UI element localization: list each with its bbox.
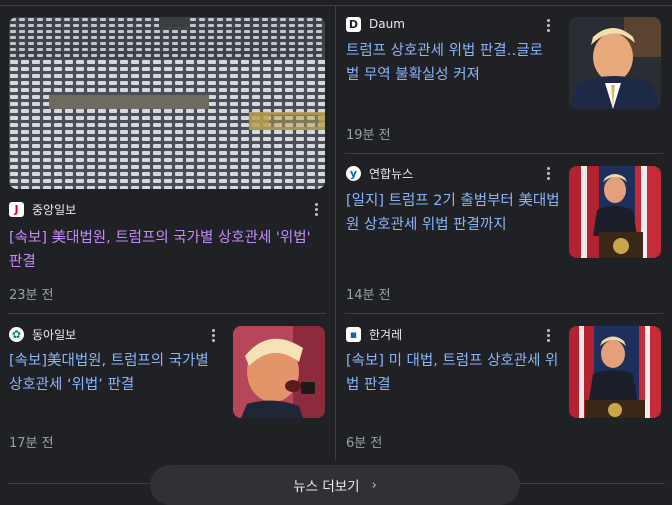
- portrait-photo: [569, 17, 661, 109]
- article-title[interactable]: [속보] 美대법원, 트럼프의 국가별 상호관세 '위법' 판결: [9, 226, 321, 274]
- news-card-yonhap[interactable]: y 연합뉴스 [일지] 트럼프 2기 출범부터 美대법원 상호관세 위법 판결까…: [336, 154, 672, 313]
- source-name: 중앙일보: [32, 202, 77, 217]
- daum-logo-icon: D: [346, 16, 361, 32]
- article-thumbnail[interactable]: [569, 17, 661, 109]
- news-card-hani[interactable]: ▪ 한겨레 [속보] 미 대법, 트럼프 상호관세 위법 판결 6분 전: [336, 314, 672, 464]
- article-time: 6분 전: [346, 436, 383, 451]
- hani-logo-icon: ▪: [346, 326, 361, 342]
- article-title[interactable]: 트럼프 상호관세 위법 판결‥글로벌 무역 불확실성 커져: [346, 39, 556, 87]
- article-thumbnail[interactable]: [233, 326, 325, 418]
- source-row: J 중앙일보: [9, 200, 76, 218]
- source-name: Daum: [369, 17, 405, 31]
- article-time: 19분 전: [346, 128, 391, 143]
- source-row: y 연합뉴스: [346, 164, 413, 182]
- article-time: 23분 전: [9, 288, 54, 303]
- article-title[interactable]: [일지] 트럼프 2기 출범부터 美대법원 상호관세 위법 판결까지: [346, 189, 561, 237]
- donga-logo-icon: ✿: [9, 326, 24, 342]
- article-thumbnail[interactable]: [569, 166, 661, 258]
- podium-photo: [569, 326, 661, 418]
- article-title[interactable]: [속보] 미 대법, 트럼프 상호관세 위법 판결: [346, 349, 561, 397]
- news-card-joongang[interactable]: J 중앙일보 [속보] 美대법원, 트럼프의 국가별 상호관세 '위법' 판결 …: [0, 0, 335, 313]
- source-name: 한겨레: [369, 327, 403, 342]
- source-name: 연합뉴스: [369, 166, 414, 181]
- source-name: 동아일보: [32, 327, 77, 342]
- source-row: ✿ 동아일보: [9, 325, 76, 343]
- article-time: 14분 전: [346, 288, 391, 303]
- podium-photo: [569, 166, 661, 258]
- article-title[interactable]: [속보]美대법원, 트럼프의 국가별 상호관세 ‘위법’ 판결: [9, 349, 221, 397]
- yonhap-logo-icon: y: [346, 165, 361, 181]
- chevron-right-icon: ›: [371, 477, 377, 493]
- more-options-icon[interactable]: [208, 327, 218, 343]
- more-options-icon[interactable]: [311, 201, 321, 217]
- source-row: D Daum: [346, 15, 405, 33]
- article-time: 17분 전: [9, 436, 54, 451]
- more-news-button[interactable]: 뉴스 더보기 ›: [150, 465, 520, 505]
- news-card-donga[interactable]: ✿ 동아일보 [속보]美대법원, 트럼프의 국가별 상호관세 ‘위법’ 판결 1…: [0, 314, 335, 464]
- closeup-photo: [233, 326, 325, 418]
- car-lot-photo: [9, 17, 325, 189]
- more-options-icon[interactable]: [543, 165, 553, 181]
- bottom-divider-left: [8, 483, 150, 484]
- article-thumbnail[interactable]: [9, 17, 325, 189]
- joongang-logo-icon: J: [9, 201, 24, 217]
- more-news-label: 뉴스 더보기: [293, 479, 360, 495]
- more-options-icon[interactable]: [543, 327, 553, 343]
- bottom-divider-right: [520, 483, 665, 484]
- article-thumbnail[interactable]: [569, 326, 661, 418]
- source-row: ▪ 한겨레: [346, 325, 402, 343]
- more-options-icon[interactable]: [543, 17, 553, 33]
- news-card-daum[interactable]: D Daum 트럼프 상호관세 위법 판결‥글로벌 무역 불확실성 커져 19분…: [336, 0, 672, 153]
